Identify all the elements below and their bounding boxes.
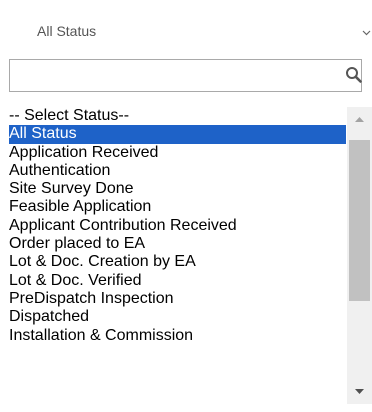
search-icon[interactable] xyxy=(345,66,363,84)
chevron-down-icon[interactable] xyxy=(361,28,372,38)
status-option[interactable]: Order placed to EA xyxy=(9,235,346,253)
status-options-list[interactable]: -- Select Status-- All Status Application … xyxy=(9,107,372,404)
search-box xyxy=(9,59,362,92)
status-option[interactable]: Site Survey Done xyxy=(9,180,346,198)
status-select[interactable]: All Status xyxy=(0,18,372,48)
status-option[interactable]: -- Select Status-- xyxy=(9,107,346,125)
options-container: -- Select Status-- All Status Application … xyxy=(9,107,346,345)
status-dropdown: All Status -- Select Status-- All Status A… xyxy=(0,0,372,412)
search-input[interactable] xyxy=(13,63,341,88)
status-option[interactable]: Applicant Contribution Received xyxy=(9,217,346,235)
status-option[interactable]: Installation & Commission xyxy=(9,327,346,345)
scroll-down-arrow-icon[interactable] xyxy=(347,378,372,404)
status-option[interactable]: Lot & Doc. Creation by EA xyxy=(9,253,346,271)
status-option[interactable]: Application Received xyxy=(9,144,346,162)
status-option[interactable]: Lot & Doc. Verified xyxy=(9,272,346,290)
scroll-up-arrow-icon[interactable] xyxy=(347,107,372,133)
scrollbar[interactable] xyxy=(347,107,372,404)
status-option[interactable]: PreDispatch Inspection xyxy=(9,290,346,308)
scrollbar-thumb[interactable] xyxy=(349,140,370,301)
status-option[interactable]: Feasible Application xyxy=(9,198,346,216)
status-select-value: All Status xyxy=(37,23,97,39)
status-option[interactable]: All Status xyxy=(9,125,346,144)
status-option[interactable]: Authentication xyxy=(9,162,346,180)
status-option[interactable]: Dispatched xyxy=(9,308,346,326)
